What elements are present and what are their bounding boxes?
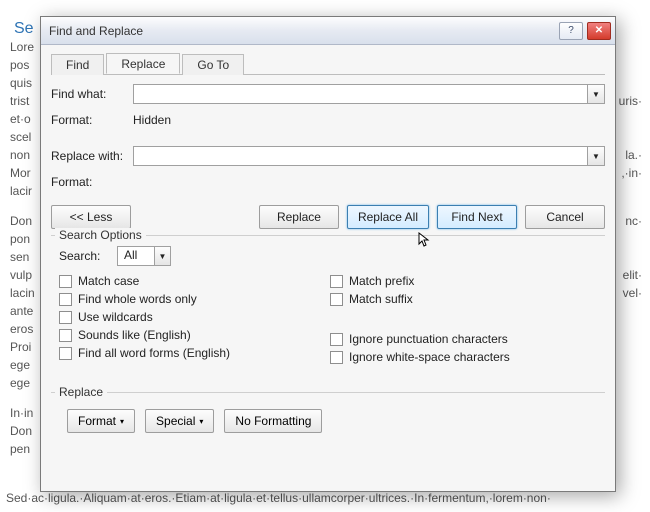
checkbox-icon bbox=[59, 347, 72, 360]
cancel-button[interactable]: Cancel bbox=[525, 205, 605, 229]
find-format-label: Format: bbox=[51, 113, 133, 127]
doc-line: elit· bbox=[619, 266, 642, 284]
replace-all-button[interactable]: Replace All bbox=[347, 205, 429, 229]
replace-format-label: Format: bbox=[51, 175, 133, 189]
doc-line: vulp bbox=[10, 266, 35, 284]
doc-line: Don bbox=[10, 212, 35, 230]
find-what-input[interactable]: ▼ bbox=[133, 84, 605, 104]
less-button[interactable]: << Less bbox=[51, 205, 131, 229]
replace-group-legend: Replace bbox=[55, 385, 107, 399]
checkbox-icon bbox=[330, 351, 343, 364]
dialog-titlebar[interactable]: Find and Replace ? ✕ bbox=[41, 17, 615, 45]
doc-line: pen bbox=[10, 440, 35, 458]
dialog-body: Find Replace Go To Find what: ▼ Format: … bbox=[41, 45, 615, 491]
use-wildcards-checkbox[interactable]: Use wildcards bbox=[59, 310, 330, 324]
tab-replace[interactable]: Replace bbox=[106, 53, 180, 74]
replace-group: Replace Format▾ Special▾ No Formatting bbox=[51, 392, 605, 435]
search-direction-value: All bbox=[118, 247, 154, 265]
checkbox-icon bbox=[59, 293, 72, 306]
checkbox-icon bbox=[330, 333, 343, 346]
doc-line: sen bbox=[10, 248, 35, 266]
doc-line: Don bbox=[10, 422, 35, 440]
match-suffix-checkbox[interactable]: Match suffix bbox=[330, 292, 601, 306]
replace-with-dropdown[interactable]: ▼ bbox=[587, 146, 605, 166]
doc-line: la.· bbox=[619, 146, 642, 164]
special-menu-button[interactable]: Special▾ bbox=[145, 409, 214, 433]
search-options-group: Search Options Search: All ▼ Match case … bbox=[51, 235, 605, 374]
doc-line: pon bbox=[10, 230, 35, 248]
doc-line: Lore bbox=[10, 38, 35, 56]
replace-with-label: Replace with: bbox=[51, 149, 133, 163]
replace-button[interactable]: Replace bbox=[259, 205, 339, 229]
doc-line: uris· bbox=[619, 92, 642, 110]
match-prefix-checkbox[interactable]: Match prefix bbox=[330, 274, 601, 288]
whole-words-checkbox[interactable]: Find whole words only bbox=[59, 292, 330, 306]
find-what-field[interactable] bbox=[133, 84, 587, 104]
doc-line: trist bbox=[10, 92, 35, 110]
doc-line: eros bbox=[10, 320, 35, 338]
doc-line: ,·in· bbox=[619, 164, 642, 182]
doc-line: Mor bbox=[10, 164, 35, 182]
replace-with-field[interactable] bbox=[133, 146, 587, 166]
no-formatting-button[interactable]: No Formatting bbox=[224, 409, 322, 433]
search-direction-select[interactable]: All ▼ bbox=[117, 246, 171, 266]
ignore-whitespace-checkbox[interactable]: Ignore white-space characters bbox=[330, 350, 601, 364]
tab-goto[interactable]: Go To bbox=[182, 54, 244, 75]
doc-line: ege bbox=[10, 356, 35, 374]
doc-line: ege bbox=[10, 374, 35, 392]
checkbox-icon bbox=[59, 329, 72, 342]
replace-with-input[interactable]: ▼ bbox=[133, 146, 605, 166]
find-what-label: Find what: bbox=[51, 87, 133, 101]
doc-line: In·in bbox=[10, 404, 35, 422]
match-case-checkbox[interactable]: Match case bbox=[59, 274, 330, 288]
doc-line: pos bbox=[10, 56, 35, 74]
doc-line: lacin bbox=[10, 284, 35, 302]
doc-line: vel· bbox=[619, 284, 642, 302]
checkbox-icon bbox=[330, 275, 343, 288]
search-options-legend: Search Options bbox=[55, 228, 146, 242]
doc-line: lacir bbox=[10, 182, 35, 200]
dialog-title: Find and Replace bbox=[49, 24, 555, 38]
ignore-punctuation-checkbox[interactable]: Ignore punctuation characters bbox=[330, 332, 601, 346]
help-button[interactable]: ? bbox=[559, 22, 583, 40]
checkbox-icon bbox=[330, 293, 343, 306]
checkbox-icon bbox=[59, 275, 72, 288]
caret-down-icon: ▾ bbox=[120, 417, 124, 426]
tab-find[interactable]: Find bbox=[51, 54, 104, 75]
doc-line: quis bbox=[10, 74, 35, 92]
all-word-forms-checkbox[interactable]: Find all word forms (English) bbox=[59, 346, 330, 360]
find-format-value: Hidden bbox=[133, 113, 605, 127]
doc-line: et·o bbox=[10, 110, 35, 128]
doc-line: nc· bbox=[619, 212, 642, 230]
search-direction-label: Search: bbox=[59, 249, 117, 263]
checkbox-icon bbox=[59, 311, 72, 324]
dialog-tabs: Find Replace Go To bbox=[51, 53, 605, 75]
dropdown-icon[interactable]: ▼ bbox=[154, 247, 170, 265]
doc-line: Proi bbox=[10, 338, 35, 356]
doc-line: ante bbox=[10, 302, 35, 320]
find-next-button[interactable]: Find Next bbox=[437, 205, 517, 229]
find-what-dropdown[interactable]: ▼ bbox=[587, 84, 605, 104]
format-menu-button[interactable]: Format▾ bbox=[67, 409, 135, 433]
close-button[interactable]: ✕ bbox=[587, 22, 611, 40]
doc-line: scel bbox=[10, 128, 35, 146]
sounds-like-checkbox[interactable]: Sounds like (English) bbox=[59, 328, 330, 342]
caret-down-icon: ▾ bbox=[199, 417, 203, 426]
doc-line: non bbox=[10, 146, 35, 164]
find-replace-dialog: Find and Replace ? ✕ Find Replace Go To … bbox=[40, 16, 616, 492]
